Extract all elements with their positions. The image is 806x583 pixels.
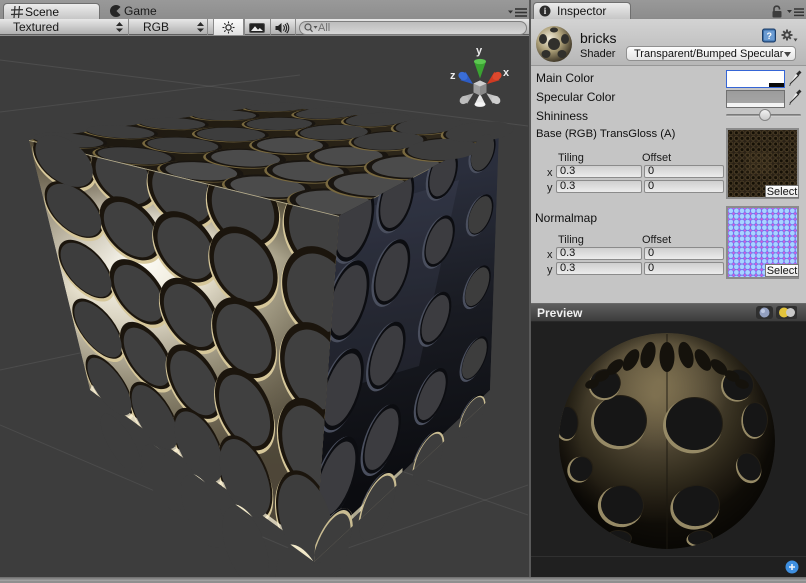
svg-text:z: z: [450, 70, 456, 82]
svg-text:?: ?: [766, 31, 772, 41]
svg-text:y: y: [476, 45, 483, 57]
svg-text:x: x: [503, 67, 510, 79]
